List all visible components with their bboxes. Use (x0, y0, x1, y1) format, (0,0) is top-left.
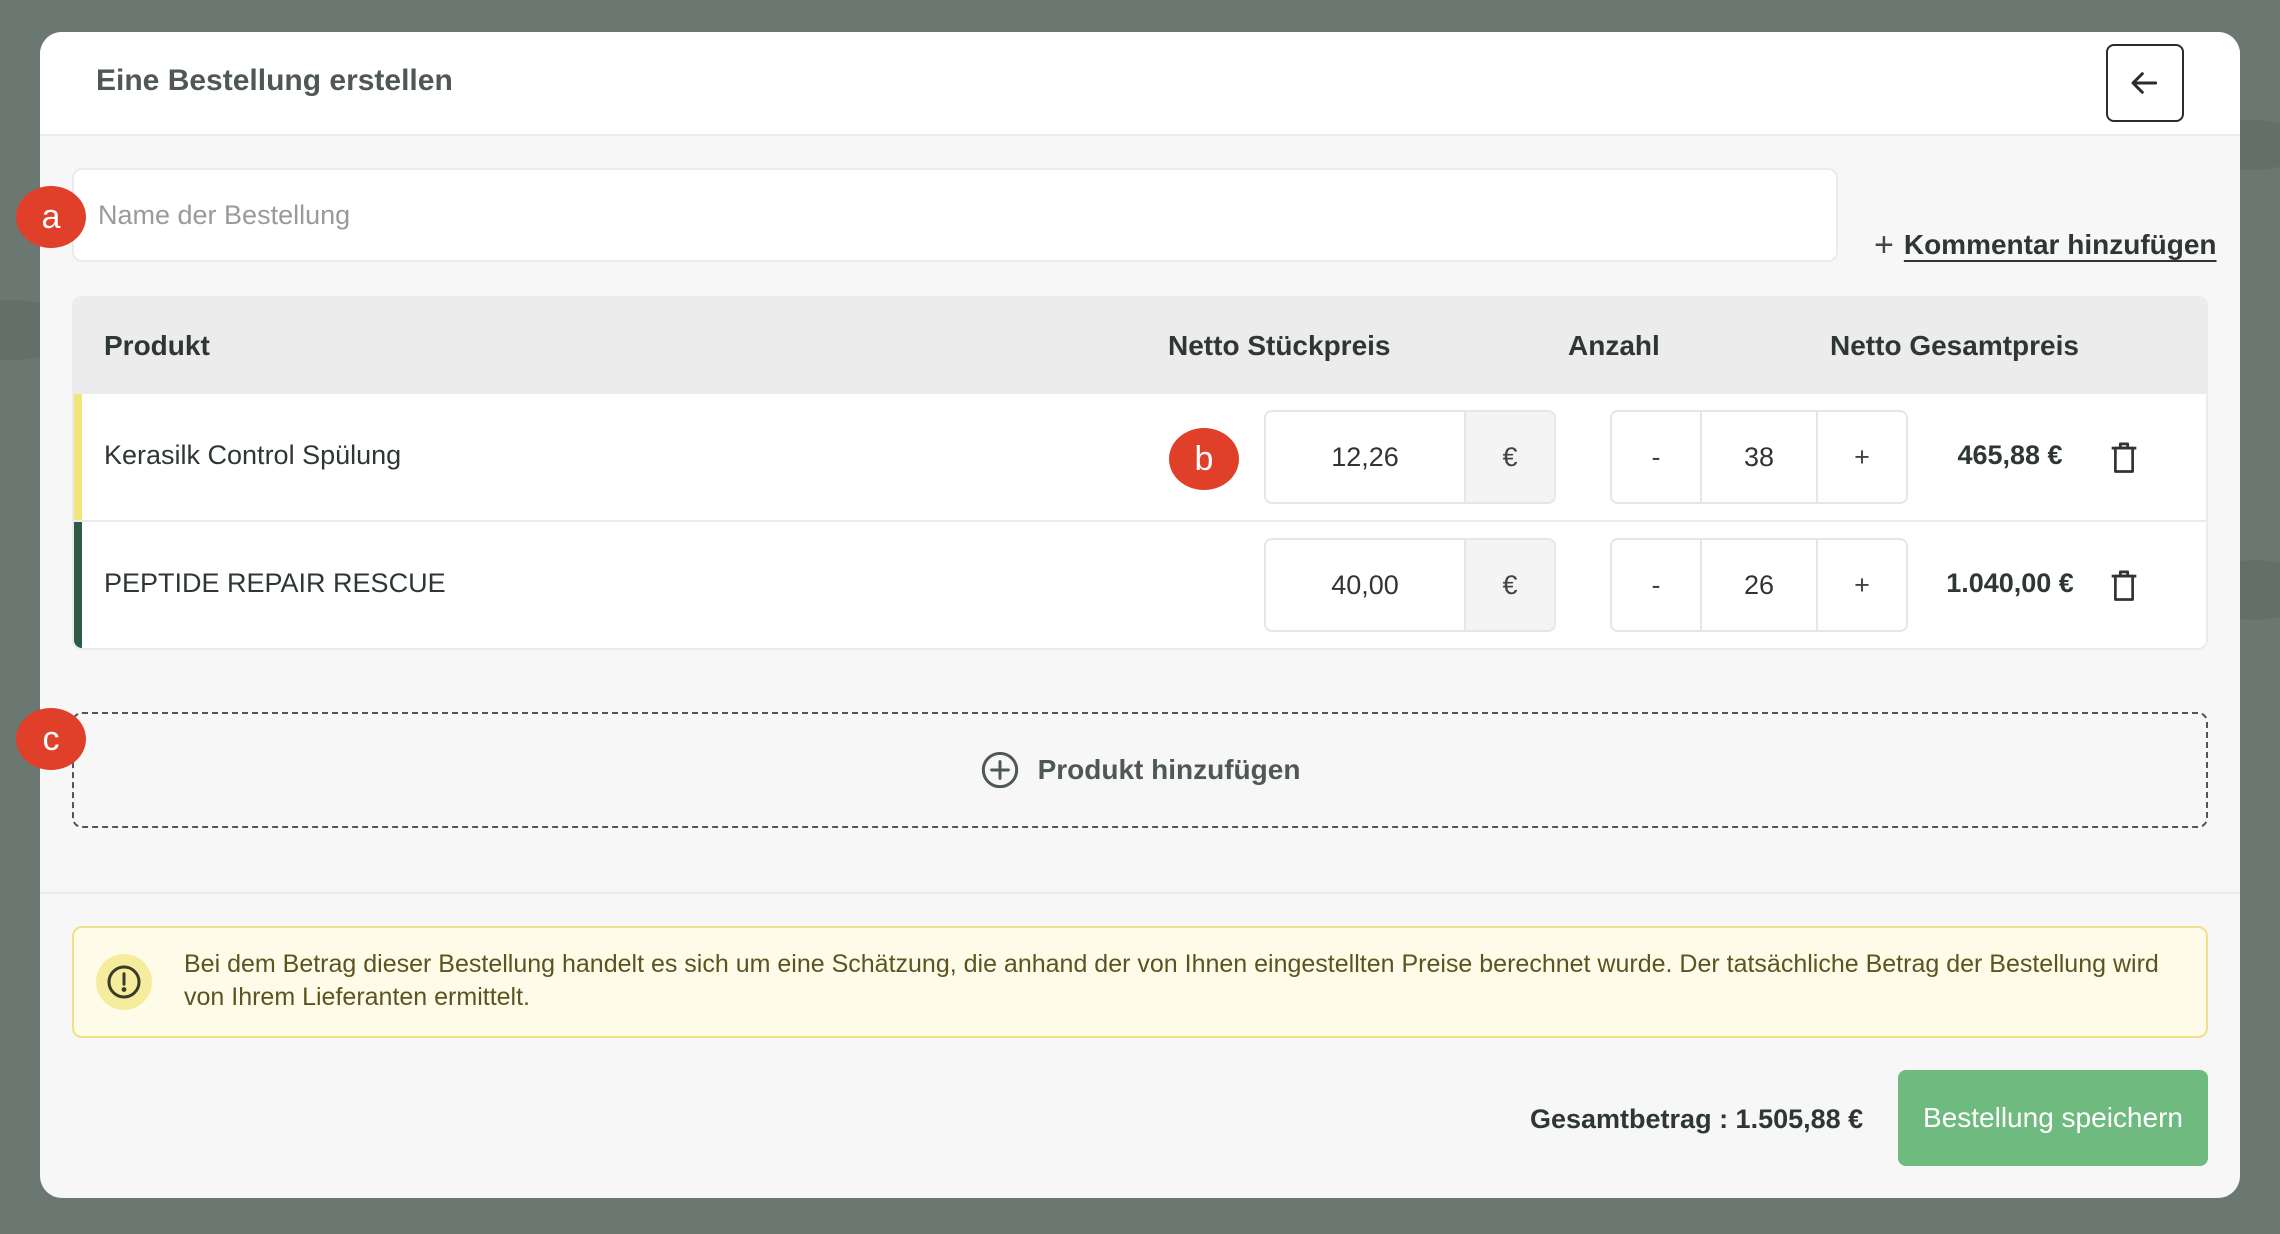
unit-price-value[interactable]: 40,00 (1266, 540, 1464, 630)
table-row: PEPTIDE REPAIR RESCUE 40,00 € - 26 + 1.0… (74, 520, 2206, 648)
unit-price-value[interactable]: 12,26 (1266, 412, 1464, 502)
row-total-price: 1.040,00 € (1946, 568, 2074, 598)
arrow-left-icon (2131, 72, 2158, 94)
unit-price-field[interactable]: 12,26 € (1264, 410, 1556, 504)
estimate-info-text: Bei dem Betrag dieser Bestellung handelt… (184, 950, 2159, 1011)
annotation-marker-a: a (16, 186, 86, 248)
quantity-value[interactable]: 38 (1700, 412, 1818, 502)
product-name: PEPTIDE REPAIR RESCUE (104, 568, 446, 598)
decrease-quantity-button[interactable]: - (1612, 412, 1700, 502)
annotation-marker-b: b (1169, 428, 1239, 490)
order-name-field[interactable] (72, 168, 1838, 262)
annotation-marker-c: c (16, 708, 86, 770)
quantity-value[interactable]: 26 (1700, 540, 1818, 630)
delete-row-button[interactable] (2104, 566, 2144, 606)
plus-icon: + (1874, 226, 1894, 264)
trash-icon (2111, 442, 2137, 473)
products-table: Produkt Netto Stückpreis Anzahl Netto Ge… (72, 296, 2208, 650)
order-name-input[interactable] (74, 170, 1836, 260)
order-total: Gesamtbetrag : 1.505,88 € (1530, 1104, 1864, 1134)
quantity-stepper[interactable]: - 26 + (1610, 538, 1908, 632)
table-row: Kerasilk Control Spülung 12,26 € - 38 + … (74, 392, 2206, 520)
modal-title: Eine Bestellung erstellen (96, 64, 453, 97)
footer-divider (40, 892, 2240, 894)
add-product-label: Produkt hinzufügen (1037, 754, 1301, 785)
unit-price-field[interactable]: 40,00 € (1264, 538, 1556, 632)
row-accent-bar (74, 394, 82, 520)
header-product: Produkt (104, 330, 210, 361)
back-button[interactable] (2106, 44, 2184, 122)
header-total: Netto Gesamtpreis (1830, 330, 2079, 361)
plus-circle-icon (981, 751, 1018, 789)
save-order-button[interactable]: Bestellung speichern (1898, 1070, 2208, 1166)
row-total-price: 465,88 € (1957, 440, 2063, 470)
header-quantity: Anzahl (1568, 330, 1660, 361)
product-name: Kerasilk Control Spülung (104, 440, 402, 470)
row-accent-bar (74, 522, 82, 648)
add-comment-link[interactable]: + Kommentar hinzufügen (1874, 228, 2217, 262)
currency-symbol: € (1464, 412, 1554, 502)
trash-icon (2111, 570, 2137, 601)
increase-quantity-button[interactable]: + (1818, 540, 1906, 630)
increase-quantity-button[interactable]: + (1818, 412, 1906, 502)
estimate-info-banner: Bei dem Betrag dieser Bestellung handelt… (72, 926, 2208, 1038)
create-order-modal: Eine Bestellung erstellen + Kommentar hi… (40, 32, 2240, 1198)
add-comment-label: Kommentar hinzufügen (1903, 229, 2217, 260)
exclamation-circle-icon (96, 954, 152, 1010)
header-unit-price: Netto Stückpreis (1168, 330, 1391, 361)
decrease-quantity-button[interactable]: - (1612, 540, 1700, 630)
modal-header: Eine Bestellung erstellen (40, 32, 2240, 136)
table-header: Produkt Netto Stückpreis Anzahl Netto Ge… (74, 298, 2206, 392)
add-product-button[interactable]: Produkt hinzufügen (72, 712, 2208, 828)
delete-row-button[interactable] (2104, 438, 2144, 478)
currency-symbol: € (1464, 540, 1554, 630)
quantity-stepper[interactable]: - 38 + (1610, 410, 1908, 504)
